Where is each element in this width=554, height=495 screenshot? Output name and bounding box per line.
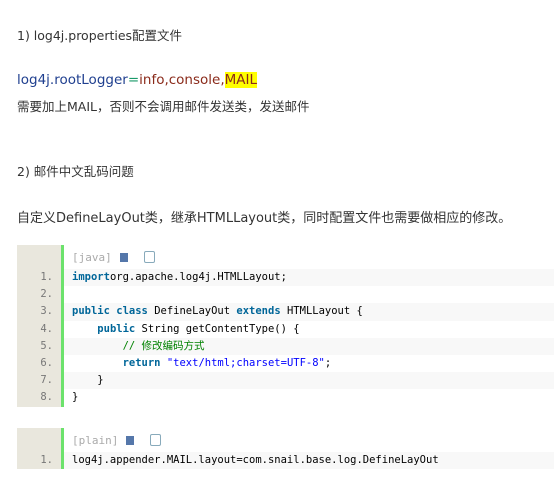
code-token: org.apache.log4j.HTMLLayout;	[109, 271, 287, 283]
code-block-plain: [plain] 1. log4j.appender.MAIL.layout=com…	[17, 428, 554, 470]
code-line: 7. }	[17, 372, 554, 390]
section-heading-1: 1) log4j.properties配置文件	[17, 28, 183, 43]
code-header: [java]	[17, 245, 554, 269]
code-token: public	[72, 305, 110, 318]
line-number: 4.	[17, 320, 61, 338]
code-token: public	[97, 322, 136, 335]
code-lang-label: [java]	[72, 250, 112, 264]
description-text: 自定义DefineLayOut类，继承HTMLLayout类，同时配置文件也需要…	[17, 211, 512, 226]
config-eq: =	[127, 72, 140, 88]
code-header: [plain]	[17, 428, 554, 452]
code-text: log4j.appender.MAIL.layout=com.snail.bas…	[61, 452, 554, 470]
line-number: 8.	[17, 389, 61, 407]
code-token: class	[109, 305, 148, 318]
code-text: public class DefineLayOut extends HTMLLa…	[61, 303, 554, 321]
code-text: importorg.apache.log4j.HTMLLayout;	[61, 269, 554, 287]
config-key: log4j.rootLogger	[17, 72, 128, 88]
code-token: }	[72, 391, 79, 404]
code-line: 6. return "text/html;charset=UTF-8";	[17, 354, 554, 373]
code-text: public String getContentType() {	[61, 320, 554, 338]
code-line: 2.	[17, 286, 554, 304]
code-line: 1. log4j.appender.MAIL.layout=com.snail.b…	[17, 452, 554, 470]
code-token: return	[122, 356, 161, 369]
line-number: 1.	[17, 269, 61, 287]
line-number: 2.	[17, 286, 61, 304]
code-line: 5. // 修改编码方式	[17, 337, 554, 355]
code-token: DefineLayOut	[147, 305, 237, 318]
config-values: info,console,	[139, 72, 225, 88]
code-line: 1. importorg.apache.log4j.HTMLLayout;	[17, 269, 554, 287]
code-token: HTMLLayout {	[280, 305, 363, 318]
code-token: String getContentType() {	[135, 322, 300, 335]
line-number: 7.	[17, 372, 61, 390]
code-text	[61, 286, 554, 304]
code-token: log4j.appender.MAIL.layout=com.snail.bas…	[72, 454, 439, 466]
code-line: 8.}	[17, 389, 554, 407]
line-number: 1.	[17, 452, 61, 470]
note-text: 需要加上MAIL，否则不会调用邮件发送类，发送邮件	[17, 99, 310, 114]
code-line: 3. public class DefineLayOut extends HTML…	[17, 303, 554, 321]
copy-icon[interactable]	[150, 434, 162, 446]
code-lang-label: [plain]	[72, 433, 119, 447]
config-highlight: MAIL	[224, 72, 258, 88]
code-text: }	[61, 372, 554, 390]
code-token: extends	[236, 305, 281, 318]
view-plain-icon[interactable]	[119, 252, 128, 262]
code-token: import	[72, 271, 110, 283]
code-token: }	[72, 374, 104, 387]
config-line: log4j.rootLogger=info,console,MAIL	[17, 72, 258, 88]
line-number: 5.	[17, 337, 61, 355]
code-block-java: [java] 1. importorg.apache.log4j.HTMLLayo…	[17, 245, 554, 407]
line-number: 6.	[17, 354, 61, 373]
code-token: "text/html;charset=UTF-8"	[166, 356, 325, 369]
view-plain-icon[interactable]	[126, 435, 135, 445]
code-lines: 1. importorg.apache.log4j.HTMLLayout; 2. 3.…	[17, 269, 554, 407]
code-lines: 1. log4j.appender.MAIL.layout=com.snail.b…	[17, 452, 554, 470]
code-text: }	[61, 389, 554, 407]
code-text: return "text/html;charset=UTF-8";	[61, 354, 554, 373]
copy-icon[interactable]	[143, 251, 155, 263]
code-line: 4. public String getContentType() {	[17, 320, 554, 338]
code-token: ;	[324, 356, 332, 369]
line-number: 3.	[17, 303, 61, 321]
section-heading-2: 2) 邮件中文乱码问题	[17, 164, 134, 179]
code-text: // 修改编码方式	[61, 337, 554, 355]
code-token: // 修改编码方式	[122, 339, 205, 352]
